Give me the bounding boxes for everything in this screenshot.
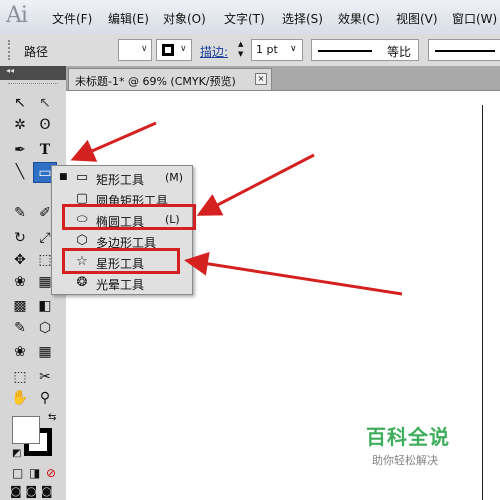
arrow-to-star-tool <box>184 251 403 296</box>
watermark-title: 百科全说 <box>366 425 450 449</box>
arrow-to-ellipse-tool <box>196 153 315 216</box>
watermark: 百科全说 助你轻松解决 <box>356 415 474 471</box>
arrow-to-rectangle-tool <box>70 121 157 162</box>
watermark-subtitle: 助你轻松解决 <box>372 454 438 467</box>
